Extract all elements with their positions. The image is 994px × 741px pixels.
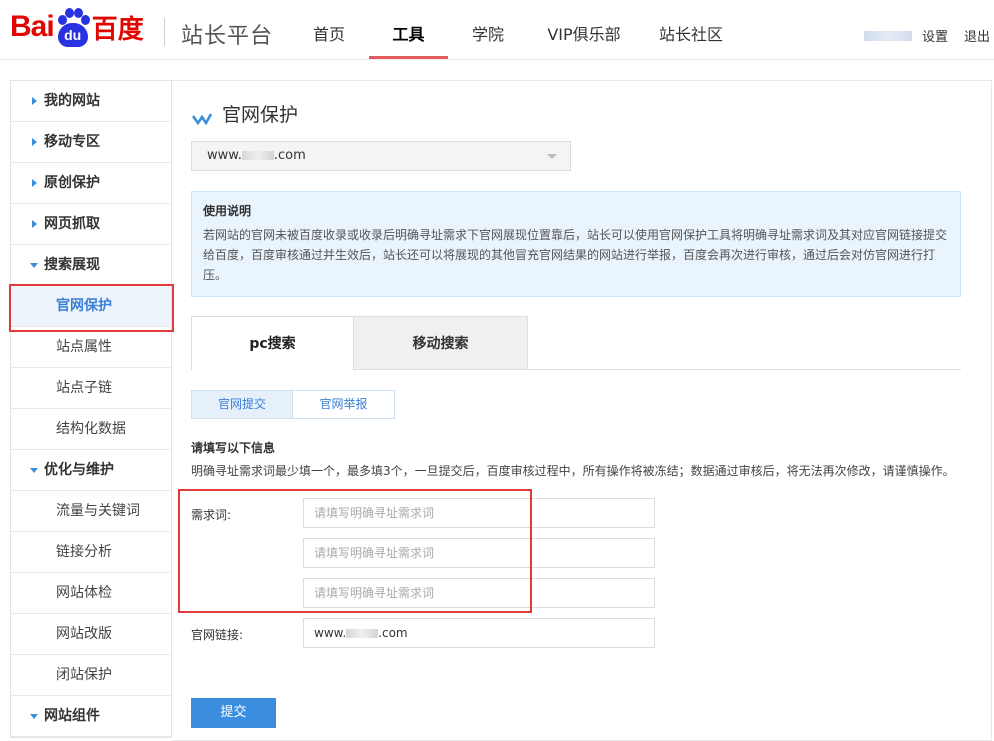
site-title: 站长平台 [181, 24, 274, 49]
usage-notice: 使用说明 若网站的官网未被百度收录或收录后明确寻址需求下官网展现位置靠后，站长可… [191, 191, 961, 297]
official-url-input[interactable]: www. .com [303, 618, 655, 648]
sidebar-item-search-display[interactable]: 搜索展现 [11, 245, 171, 286]
sidebar-item-my-sites[interactable]: 我的网站 [11, 81, 171, 122]
blurred-url-domain [346, 629, 379, 638]
submit-button[interactable]: 提交 [191, 698, 276, 728]
nav-tools[interactable]: 工具 [369, 0, 448, 59]
search-tabs: pc搜索 移动搜索 [191, 316, 961, 371]
sidebar-item-site-closure[interactable]: 闭站保护 [11, 655, 171, 696]
checkmark-icon [191, 108, 213, 125]
sidebar-item-site-attributes[interactable]: 站点属性 [11, 327, 171, 368]
logout-link[interactable]: 退出 [964, 26, 990, 45]
tab-mobile-search[interactable]: 移动搜索 [354, 316, 528, 370]
paw-icon: du [55, 7, 91, 47]
sidebar-item-traffic-keywords[interactable]: 流量与关键词 [11, 491, 171, 532]
form-description: 明确寻址需求词最少填一个，最多填3个，一旦提交后，百度审核过程中，所有操作将被冻… [191, 464, 955, 478]
page-title: 官网保护 [191, 100, 299, 127]
notice-text: 若网站的官网未被百度收录或收录后明确寻址需求下官网展现位置靠后，站长可以使用官网… [203, 228, 948, 282]
page-title-text: 官网保护 [222, 104, 299, 126]
logo-text-bai: Bai [10, 10, 55, 43]
sidebar-item-optimization[interactable]: 优化与维护 [11, 450, 171, 491]
highlight-box-keywords [178, 489, 532, 613]
notice-title: 使用说明 [203, 204, 252, 218]
baidu-logo[interactable]: Bai du 百度 [10, 4, 144, 50]
sidebar-item-sitelinks[interactable]: 站点子链 [11, 368, 171, 409]
sidebar-item-site-revision[interactable]: 网站改版 [11, 614, 171, 655]
main-nav: 首页 工具 学院 VIP俱乐部 站长社区 [294, 0, 741, 60]
form-heading: 请填写以下信息 [191, 441, 276, 455]
nav-community[interactable]: 站长社区 [641, 0, 741, 60]
sidebar-item-structured-data[interactable]: 结构化数据 [11, 409, 171, 450]
sidebar-item-site-checkup[interactable]: 网站体检 [11, 573, 171, 614]
blurred-domain [241, 151, 274, 160]
sidebar-item-link-analysis[interactable]: 链接分析 [11, 532, 171, 573]
user-area: 设置 退出 [863, 26, 990, 45]
site-select-dropdown[interactable]: www. .com [191, 141, 571, 171]
highlight-box-sidebar [9, 284, 174, 332]
official-url-label: 官网链接: [191, 628, 244, 642]
sidebar-item-site-components[interactable]: 网站组件 [11, 696, 171, 737]
username-blurred[interactable] [863, 30, 912, 41]
nav-vip-club[interactable]: VIP俱乐部 [527, 0, 641, 60]
sidebar-item-crawl[interactable]: 网页抓取 [11, 204, 171, 245]
subtab-report-official[interactable]: 官网举报 [293, 390, 395, 419]
site-suffix: .com [273, 148, 306, 163]
sidebar-item-mobile[interactable]: 移动专区 [11, 122, 171, 163]
sidebar-item-original-protection[interactable]: 原创保护 [11, 163, 171, 204]
chevron-down-icon [547, 154, 557, 159]
logo-divider [164, 18, 165, 46]
top-header: Bai du 百度 站长平台 首页 工具 学院 VIP俱乐部 站长社区 设置 退… [0, 0, 994, 60]
nav-home[interactable]: 首页 [294, 0, 364, 60]
subtab-submit-official[interactable]: 官网提交 [191, 390, 293, 419]
site-prefix: www. [207, 148, 242, 163]
nav-academy[interactable]: 学院 [449, 0, 527, 60]
logo-text-cn: 百度 [91, 14, 144, 45]
url-suffix: .com [378, 626, 408, 640]
url-prefix: www. [314, 626, 347, 640]
tab-pc-search[interactable]: pc搜索 [191, 316, 354, 371]
sidebar: 我的网站 移动专区 原创保护 网页抓取 搜索展现 官网保护 站点属性 站点子链 … [10, 80, 172, 738]
settings-link[interactable]: 设置 [922, 26, 948, 45]
